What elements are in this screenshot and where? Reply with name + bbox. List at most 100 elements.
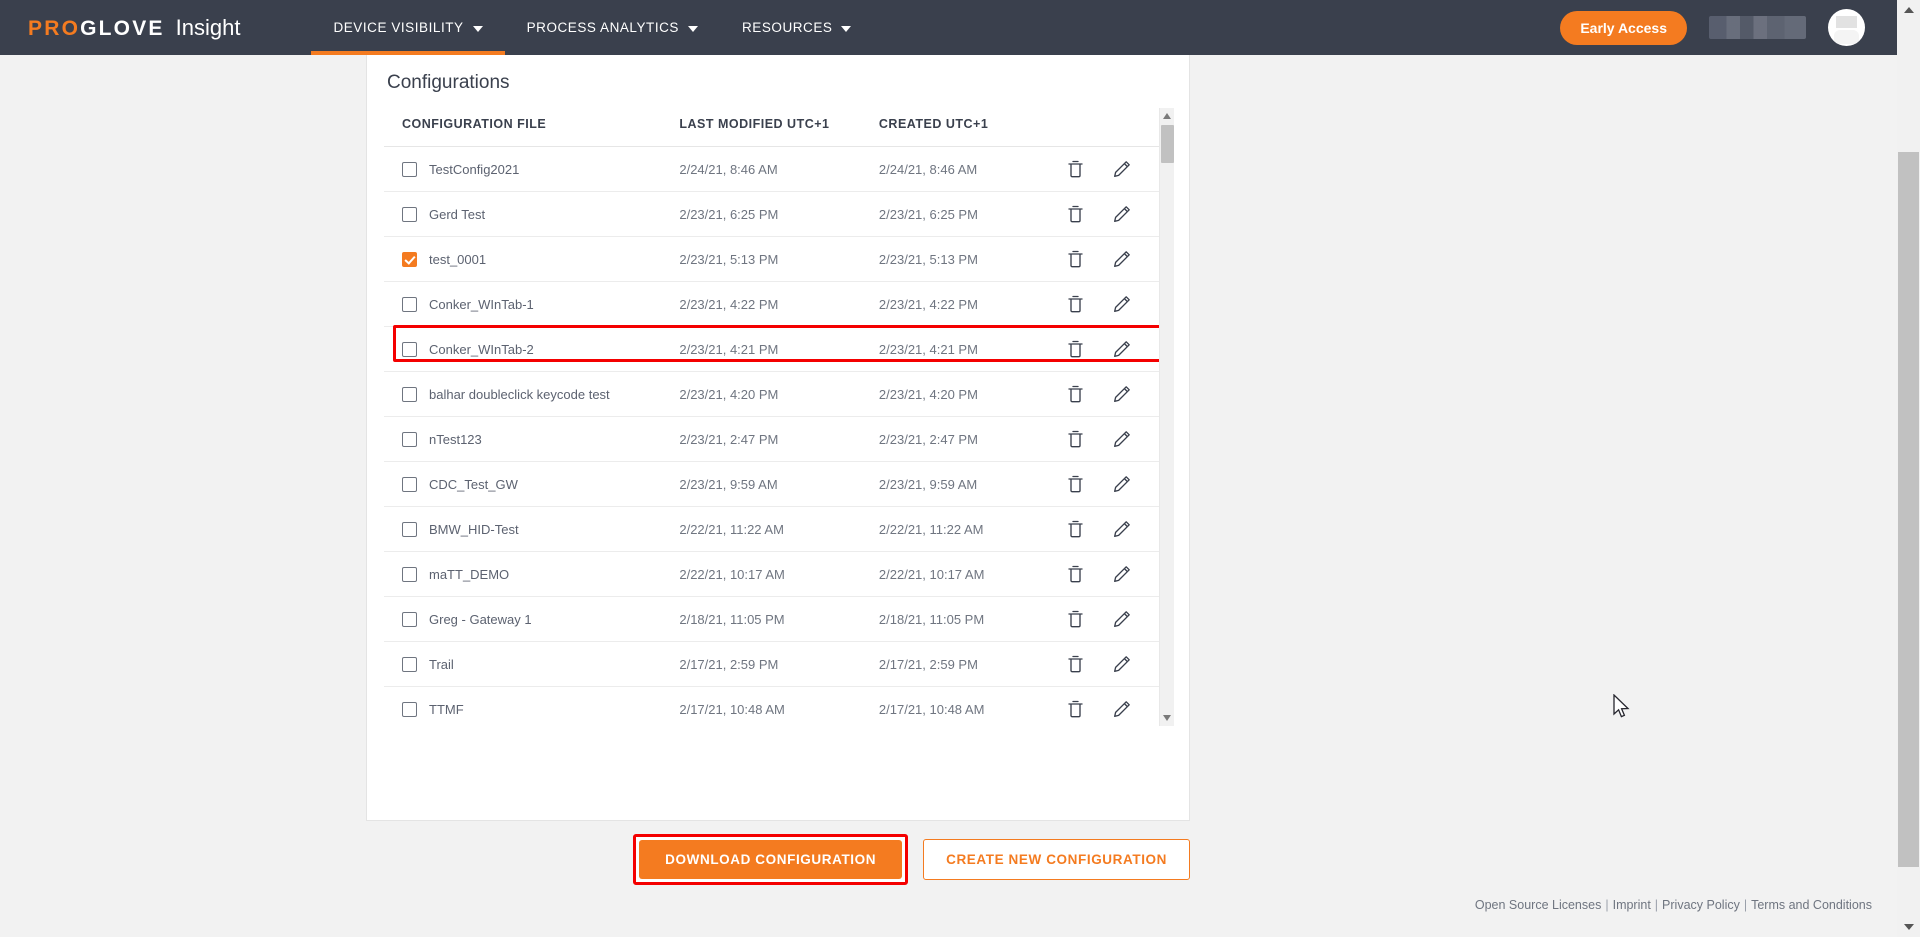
nav-item-process-analytics[interactable]: PROCESS ANALYTICS — [505, 0, 720, 55]
trash-icon[interactable] — [1067, 295, 1084, 313]
row-actions-cell — [1063, 461, 1159, 507]
trash-icon[interactable] — [1067, 700, 1084, 718]
trash-icon[interactable] — [1067, 655, 1084, 673]
pencil-icon[interactable] — [1113, 520, 1131, 538]
row-checkbox[interactable] — [402, 521, 417, 537]
row-checkbox[interactable] — [402, 206, 417, 222]
page-scroll-up-arrow-icon[interactable] — [1904, 7, 1914, 13]
row-checkbox[interactable] — [402, 296, 417, 312]
row-created: 2/22/21, 10:17 AM — [878, 551, 1064, 597]
brand-glove-text: GLOVE — [80, 16, 165, 40]
trash-icon[interactable] — [1067, 385, 1084, 403]
column-header-last-modified[interactable]: LAST MODIFIED UTC+1 — [679, 108, 879, 147]
trash-icon[interactable] — [1067, 610, 1084, 628]
row-created: 2/23/21, 4:20 PM — [878, 371, 1064, 417]
table-scrollbar[interactable] — [1159, 108, 1174, 726]
row-last-modified: 2/22/21, 11:22 AM — [679, 506, 879, 552]
row-actions-cell — [1063, 281, 1159, 327]
page-scrollbar-thumb[interactable] — [1898, 152, 1919, 867]
table-scrollbar-thumb[interactable] — [1161, 125, 1174, 163]
create-new-configuration-button[interactable]: CREATE NEW CONFIGURATION — [923, 839, 1190, 880]
brand-logo[interactable]: PRO GLOVE Insight — [28, 15, 240, 41]
trash-icon[interactable] — [1067, 160, 1084, 178]
footer-link-terms-and-conditions[interactable]: Terms and Conditions — [1751, 898, 1872, 912]
table-row[interactable]: BMW_HID-Test 2/22/21, 11:22 AM 2/22/21, 11… — [384, 506, 1159, 552]
pencil-icon[interactable] — [1113, 295, 1131, 313]
pencil-icon[interactable] — [1113, 565, 1131, 583]
table-row[interactable]: balhar doubleclick keycode test 2/23/21, … — [384, 371, 1159, 417]
top-navigation-bar: PRO GLOVE Insight DEVICE VISIBILITY PROC… — [0, 0, 1897, 55]
column-header-created[interactable]: CREATED UTC+1 — [878, 108, 1064, 147]
table-row[interactable]: Gerd Test 2/23/21, 6:25 PM 2/23/21, 6:25 P… — [384, 191, 1159, 237]
row-checkbox[interactable] — [402, 611, 417, 627]
pencil-icon[interactable] — [1113, 160, 1131, 178]
table-row[interactable]: maTT_DEMO 2/22/21, 10:17 AM 2/22/21, 10:17… — [384, 551, 1159, 597]
row-actions-cell — [1063, 371, 1159, 417]
row-last-modified: 2/23/21, 6:25 PM — [679, 191, 879, 237]
configurations-card: Configurations CONFIGURATION FILE LAST M… — [366, 55, 1190, 821]
row-checkbox[interactable] — [402, 161, 417, 177]
footer-link-open-source-licenses[interactable]: Open Source Licenses — [1475, 898, 1601, 912]
pencil-icon[interactable] — [1113, 475, 1131, 493]
pencil-icon[interactable] — [1113, 430, 1131, 448]
table-row[interactable]: Greg - Gateway 1 2/18/21, 11:05 PM 2/18/21… — [384, 596, 1159, 642]
table-row[interactable]: TTMF 2/17/21, 10:48 AM 2/17/21, 10:48 AM — [384, 686, 1159, 726]
footer-link-imprint[interactable]: Imprint — [1613, 898, 1651, 912]
configurations-table: CONFIGURATION FILE LAST MODIFIED UTC+1 C… — [384, 108, 1159, 726]
row-checkbox[interactable] — [402, 251, 417, 267]
row-actions-cell — [1063, 506, 1159, 552]
row-checkbox[interactable] — [402, 431, 417, 447]
early-access-button[interactable]: Early Access — [1560, 10, 1687, 45]
configuration-file-name: BMW_HID-Test — [429, 521, 519, 537]
avatar[interactable] — [1828, 9, 1865, 46]
table-row[interactable]: test_0001 2/23/21, 5:13 PM 2/23/21, 5:13 P… — [384, 236, 1159, 282]
row-checkbox[interactable] — [402, 341, 417, 357]
pencil-icon[interactable] — [1113, 655, 1131, 673]
pencil-icon[interactable] — [1113, 610, 1131, 628]
pencil-icon[interactable] — [1113, 700, 1131, 718]
pencil-icon[interactable] — [1113, 250, 1131, 268]
row-checkbox[interactable] — [402, 656, 417, 672]
trash-icon[interactable] — [1067, 475, 1084, 493]
download-button-highlight-annotation: DOWNLOAD CONFIGURATION — [633, 834, 909, 885]
page-scrollbar[interactable] — [1897, 0, 1920, 937]
configurations-table-scroll-area[interactable]: CONFIGURATION FILE LAST MODIFIED UTC+1 C… — [384, 108, 1159, 726]
table-row[interactable]: Conker_WInTab-2 2/23/21, 4:21 PM 2/23/21, … — [384, 326, 1159, 372]
row-checkbox[interactable] — [402, 701, 417, 717]
row-created: 2/23/21, 5:13 PM — [878, 236, 1064, 282]
trash-icon[interactable] — [1067, 520, 1084, 538]
page-scroll-down-arrow-icon[interactable] — [1904, 924, 1914, 930]
scroll-up-arrow-icon[interactable] — [1163, 113, 1171, 119]
pencil-icon[interactable] — [1113, 340, 1131, 358]
nav-item-resources[interactable]: RESOURCES — [720, 0, 873, 55]
trash-icon[interactable] — [1067, 340, 1084, 358]
footer-links: Open Source Licenses | Imprint | Privacy Pol… — [1475, 898, 1872, 912]
table-row[interactable]: nTest123 2/23/21, 2:47 PM 2/23/21, 2:47 PM — [384, 416, 1159, 462]
row-actions-cell — [1063, 236, 1159, 282]
row-checkbox[interactable] — [402, 386, 417, 402]
table-row[interactable]: CDC_Test_GW 2/23/21, 9:59 AM 2/23/21, 9:59… — [384, 461, 1159, 507]
column-header-configuration-file[interactable]: CONFIGURATION FILE — [384, 108, 680, 147]
configuration-file-name: Conker_WInTab-1 — [429, 296, 534, 312]
scroll-down-arrow-icon[interactable] — [1163, 715, 1171, 721]
pencil-icon[interactable] — [1113, 205, 1131, 223]
download-configuration-button[interactable]: DOWNLOAD CONFIGURATION — [639, 840, 903, 879]
trash-icon[interactable] — [1067, 565, 1084, 583]
row-checkbox[interactable] — [402, 566, 417, 582]
table-row[interactable]: Trail 2/17/21, 2:59 PM 2/17/21, 2:59 PM — [384, 641, 1159, 687]
footer-link-privacy-policy[interactable]: Privacy Policy — [1662, 898, 1740, 912]
table-row[interactable]: Conker_WInTab-1 2/23/21, 4:22 PM 2/23/21, … — [384, 281, 1159, 327]
pencil-icon[interactable] — [1113, 385, 1131, 403]
page-content: Configurations CONFIGURATION FILE LAST M… — [0, 55, 1897, 937]
row-checkbox[interactable] — [402, 476, 417, 492]
trash-icon[interactable] — [1067, 205, 1084, 223]
table-row[interactable]: TestConfig2021 2/24/21, 8:46 AM 2/24/21, 8… — [384, 146, 1159, 192]
row-name-cell: test_0001 — [384, 236, 680, 282]
user-name-redacted — [1709, 16, 1806, 39]
nav-label: RESOURCES — [742, 20, 833, 35]
trash-icon[interactable] — [1067, 430, 1084, 448]
row-actions-cell — [1063, 326, 1159, 372]
nav-item-device-visibility[interactable]: DEVICE VISIBILITY — [311, 0, 505, 55]
trash-icon[interactable] — [1067, 250, 1084, 268]
configuration-file-name: CDC_Test_GW — [429, 476, 518, 492]
